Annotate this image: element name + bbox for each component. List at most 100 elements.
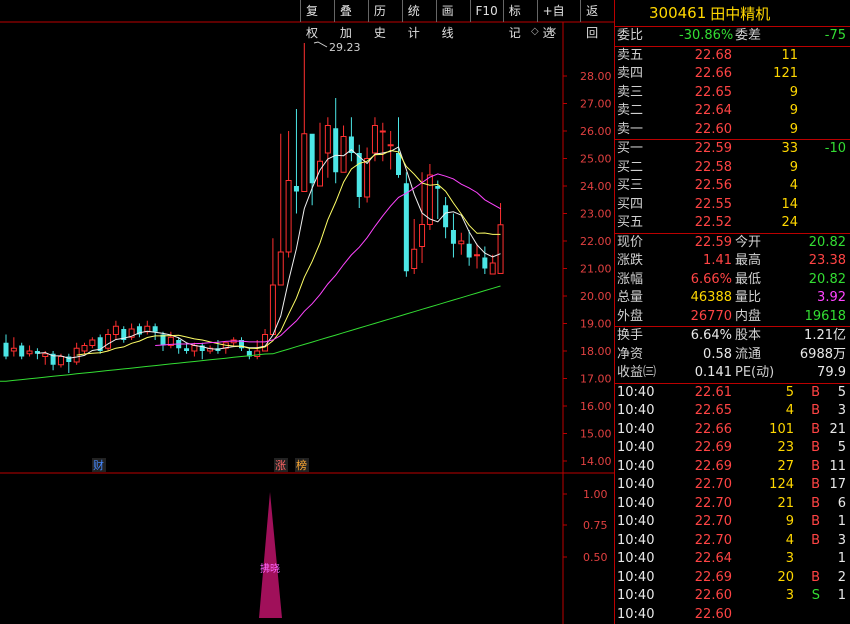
tick-count: 11 <box>829 458 846 474</box>
ask-volume: 9 <box>789 121 798 137</box>
tick-row: 10:40 22.69 23 B 5 <box>615 439 850 458</box>
stat-row: 外盘 26770 内盘 19618 <box>615 308 850 327</box>
tick-row: 10:40 22.70 124 B 17 <box>615 476 850 495</box>
tick-price: 22.64 <box>694 551 732 566</box>
bid-volume: 33 <box>781 141 798 156</box>
bid-row[interactable]: 买一 22.59 33 -10 <box>615 140 850 159</box>
tick-count: 3 <box>837 403 846 418</box>
ask-label: 卖五 <box>617 47 644 63</box>
tick-time: 10:40 <box>617 551 655 566</box>
kline-chart[interactable]: 28.00 27.00 26.00 25.00 24.00 23.00 22.00 21.00… <box>0 0 614 624</box>
y-tick-label: 21.00 <box>580 263 612 276</box>
y-tick-label: 18.00 <box>580 345 612 358</box>
stat-label: 涨跌 <box>617 253 644 268</box>
tick-price: 22.70 <box>694 514 732 529</box>
indicator-tick-label: 1.00 <box>583 488 608 501</box>
stat-label: 外盘 <box>617 308 644 324</box>
candle-body <box>89 339 96 346</box>
tick-side: B <box>811 458 820 474</box>
ask-row[interactable]: 卖一 22.60 9 <box>615 121 850 140</box>
bid-row[interactable]: 买五 22.52 24 <box>615 214 850 233</box>
bid-label: 买五 <box>617 215 644 230</box>
tick-volume: 27 <box>777 458 794 474</box>
toolbar-button-4[interactable]: 画线 <box>435 0 470 40</box>
toolbar-button-8[interactable]: 返回 <box>580 0 614 40</box>
share-value: 0.58 <box>703 346 732 362</box>
tick-count: 1 <box>837 588 846 603</box>
share-value: 6988万 <box>799 346 846 362</box>
tick-row: 10:40 22.70 9 B 1 <box>615 513 850 532</box>
ask-row[interactable]: 卖二 22.64 9 <box>615 102 850 121</box>
y-tick-label: 25.00 <box>580 153 612 166</box>
tick-volume: 101 <box>769 421 794 437</box>
candle-body <box>356 153 362 197</box>
ask-price: 22.66 <box>694 66 732 81</box>
y-tick-label: 16.00 <box>580 400 612 413</box>
share-value: 79.9 <box>817 365 846 380</box>
toolbar-button-1[interactable]: 叠加 <box>333 0 368 40</box>
candle-body <box>191 345 198 352</box>
ask-row[interactable]: 卖四 22.66 121 <box>615 65 850 84</box>
share-label: 换手 <box>617 328 644 343</box>
tick-side: S <box>811 588 820 603</box>
toolbar-button-2[interactable]: 历史 <box>367 0 402 40</box>
tick-time: 10:40 <box>617 514 655 529</box>
tick-volume: 3 <box>785 551 794 566</box>
event-marker: 涨 <box>275 459 286 472</box>
diamond-icon[interactable]: ◇ <box>531 26 539 37</box>
tick-volume: 21 <box>777 495 794 511</box>
tick-time: 10:40 <box>617 384 655 400</box>
tick-row: 10:40 22.70 21 B 6 <box>615 495 850 514</box>
tick-time: 10:40 <box>617 440 655 455</box>
ask-row[interactable]: 卖三 22.65 9 <box>615 84 850 103</box>
close-icon[interactable]: ✕ <box>548 25 557 38</box>
tick-side: B <box>811 477 820 492</box>
toolbar-button-7[interactable]: +自选 <box>536 0 580 40</box>
bid-row[interactable]: 买四 22.55 14 <box>615 196 850 215</box>
tick-count: 5 <box>837 440 846 455</box>
toolbar-button-6[interactable]: 标记 <box>502 0 537 40</box>
bid-volume: 4 <box>789 178 798 193</box>
tick-volume: 20 <box>777 569 794 585</box>
indicator-label: 拂晓 <box>260 562 280 575</box>
tick-count: 3 <box>837 532 846 548</box>
y-tick-label: 15.00 <box>580 428 612 441</box>
tick-price: 22.66 <box>694 421 732 437</box>
candle-body <box>57 356 64 366</box>
candle-body <box>112 325 119 335</box>
candle-body <box>293 186 299 192</box>
toolbar-button-5[interactable]: F10 <box>469 0 503 22</box>
ask-price: 22.68 <box>694 47 732 63</box>
bid-row[interactable]: 买二 22.58 9 <box>615 159 850 178</box>
tick-price: 22.69 <box>694 569 732 585</box>
tick-list[interactable]: 10:40 22.61 5 B 5 10:40 22.65 4 B 3 10:40 22.66 101 B… <box>615 384 850 624</box>
y-tick-label: 23.00 <box>580 208 612 221</box>
ask-label: 卖三 <box>617 84 644 100</box>
bid-price: 22.52 <box>694 215 732 230</box>
kline-chart-pane[interactable]: 28.00 27.00 26.00 25.00 24.00 23.00 22.00 21.00… <box>0 0 614 624</box>
tick-row: 10:40 22.66 101 B 21 <box>615 421 850 440</box>
toolbar-button-0[interactable]: 复权 <box>300 0 334 40</box>
tick-row: 10:40 22.60 <box>615 606 850 624</box>
bid-volume: 14 <box>781 196 798 212</box>
ask-price: 22.65 <box>694 84 732 100</box>
tick-row: 10:40 22.60 3 S 1 <box>615 587 850 606</box>
stat-label: 涨幅 <box>617 271 644 287</box>
stock-code: 300461 <box>649 4 707 22</box>
tick-row: 10:40 22.65 4 B 3 <box>615 402 850 421</box>
tick-side: B <box>811 384 820 400</box>
bid-row[interactable]: 买三 22.56 4 <box>615 177 850 196</box>
ask-label: 卖一 <box>617 121 644 137</box>
tick-row: 10:40 22.70 4 B 3 <box>615 532 850 551</box>
candle-body <box>3 342 9 357</box>
stock-name: 田中精机 <box>710 4 771 23</box>
stat-label: 最高 <box>735 253 762 268</box>
ask-row[interactable]: 卖五 22.68 11 <box>615 47 850 66</box>
share-label: 流通 <box>735 346 762 362</box>
candle-body <box>309 133 315 184</box>
candle-body <box>411 248 418 269</box>
toolbar-button-3[interactable]: 统计 <box>401 0 436 40</box>
share-row: 换手 6.64% 股本 1.21亿 <box>615 327 850 346</box>
share-label: 净资 <box>617 346 644 362</box>
ask-book: 卖五 22.68 11 卖四 22.66 121 卖三 22.65 9 卖二 22.64 9 卖一 22.… <box>615 47 850 140</box>
